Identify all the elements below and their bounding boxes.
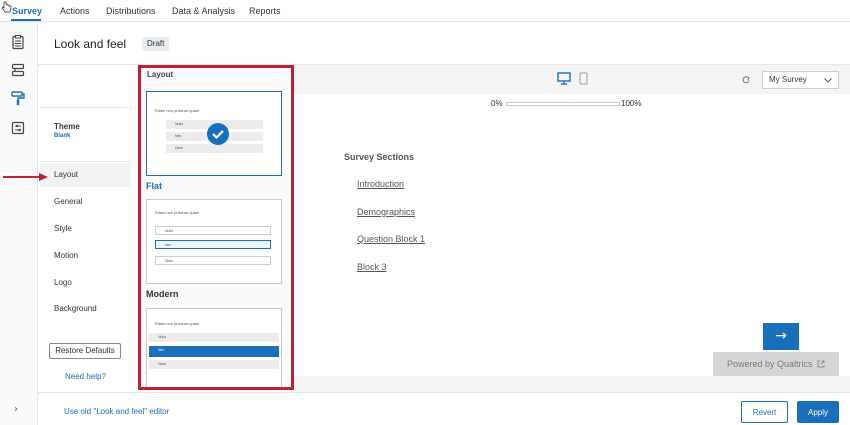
left-rail: [0, 22, 38, 425]
tab-distributions[interactable]: Distributions: [106, 6, 156, 16]
top-nav: Survey Actions Distributions Data & Anal…: [0, 0, 850, 22]
settings-item-motion[interactable]: Motion: [40, 244, 130, 268]
page-title: Look and feel: [54, 37, 127, 51]
preview-toolbar: My Survey: [294, 65, 850, 94]
survey-select-value: My Survey: [769, 75, 807, 84]
theme-value: Blank: [54, 133, 71, 139]
paint-roller-icon[interactable]: [10, 90, 26, 106]
preview-choice: Diam: [149, 360, 279, 369]
preview-choice: Nec: [149, 346, 279, 357]
progress-end-label: 100%: [621, 99, 642, 108]
layout-card-modern[interactable]: Etiam non pulvinar quam Nulla Nec Diam: [146, 199, 282, 284]
powered-by-badge[interactable]: Powered by Qualtrics: [713, 352, 839, 376]
page-header: Look and feel Draft: [38, 22, 850, 65]
survey-options-icon[interactable]: [10, 120, 26, 136]
preview-question: Etiam non pulvinar quam: [155, 210, 200, 215]
preview-choice: Diam: [155, 256, 271, 265]
theme-label: Theme: [54, 122, 80, 131]
settings-item-general[interactable]: General: [40, 190, 130, 214]
preview-choice: Nulla: [155, 226, 271, 235]
progress-start-label: 0%: [491, 99, 503, 108]
settings-item-style[interactable]: Style: [40, 217, 130, 241]
section-link-demographics[interactable]: Demographics: [357, 207, 415, 217]
settings-item-logo[interactable]: Logo: [40, 271, 130, 295]
section-link-block-3[interactable]: Block 3: [357, 262, 387, 272]
layout-card-classic[interactable]: Etiam non pulvinar quam Nulla Nec Diam: [146, 308, 282, 387]
preview-choice: Diam: [166, 144, 263, 153]
preview-choice: Nec: [155, 240, 271, 249]
apply-button[interactable]: Apply: [797, 401, 839, 423]
tab-actions[interactable]: Actions: [60, 6, 90, 16]
layout-options-panel: Layout Etiam non pulvinar quam Nulla Nec…: [138, 65, 294, 390]
selected-check-icon: [207, 123, 229, 145]
progress-bar: [506, 102, 620, 106]
need-help-link[interactable]: Need help?: [65, 372, 106, 381]
theme-selector[interactable]: Theme Blank: [40, 107, 132, 162]
powered-by-label: Powered by Qualtrics: [726, 359, 813, 369]
layout-name-modern: Modern: [146, 289, 179, 299]
layout-panel-title: Layout: [147, 70, 174, 79]
tab-reports[interactable]: Reports: [249, 6, 281, 16]
active-tab-indicator: [11, 19, 41, 21]
mobile-icon[interactable]: [579, 72, 588, 85]
preview-question: Etiam non pulvinar quam: [155, 108, 200, 113]
layout-card-flat[interactable]: Etiam non pulvinar quam Nulla Nec Diam: [146, 91, 282, 176]
hand-cursor-icon: [1, 1, 12, 13]
refresh-icon[interactable]: [742, 76, 750, 84]
expand-chevron-icon[interactable]: ›: [14, 404, 18, 415]
settings-item-background[interactable]: Background: [40, 297, 130, 321]
section-link-introduction[interactable]: Introduction: [357, 179, 404, 189]
clipboard-icon[interactable]: [10, 34, 26, 50]
preview-choice: Nulla: [149, 333, 279, 342]
preview-question: Etiam non pulvinar quam: [155, 321, 200, 326]
tab-survey[interactable]: Survey: [12, 6, 42, 16]
survey-select-dropdown[interactable]: My Survey: [762, 71, 839, 89]
old-editor-link[interactable]: Use old "Look and feel" editor: [64, 407, 169, 416]
section-link-question-block-1[interactable]: Question Block 1: [357, 234, 425, 244]
settings-item-layout[interactable]: Layout: [40, 163, 130, 187]
annotation-arrow-icon: [3, 173, 48, 181]
bottom-bar: Use old "Look and feel" editor Revert Ap…: [38, 392, 850, 425]
restore-defaults-button[interactable]: Restore Defaults: [49, 343, 121, 359]
settings-menu: Theme Blank Layout General Style Motion …: [38, 65, 138, 392]
next-button[interactable]: →: [763, 323, 799, 350]
chevron-down-icon: [824, 78, 832, 83]
revert-button[interactable]: Revert: [741, 401, 788, 423]
survey-preview: My Survey 0% 100% Survey Sections Introd…: [294, 65, 850, 392]
status-badge: Draft: [142, 37, 170, 51]
layout-name-flat: Flat: [146, 181, 163, 191]
survey-flow-icon[interactable]: [10, 62, 26, 78]
tab-data-analysis[interactable]: Data & Analysis: [172, 6, 235, 16]
desktop-icon[interactable]: [557, 72, 571, 85]
external-link-icon: [817, 360, 825, 368]
survey-sections-title: Survey Sections: [344, 152, 415, 162]
